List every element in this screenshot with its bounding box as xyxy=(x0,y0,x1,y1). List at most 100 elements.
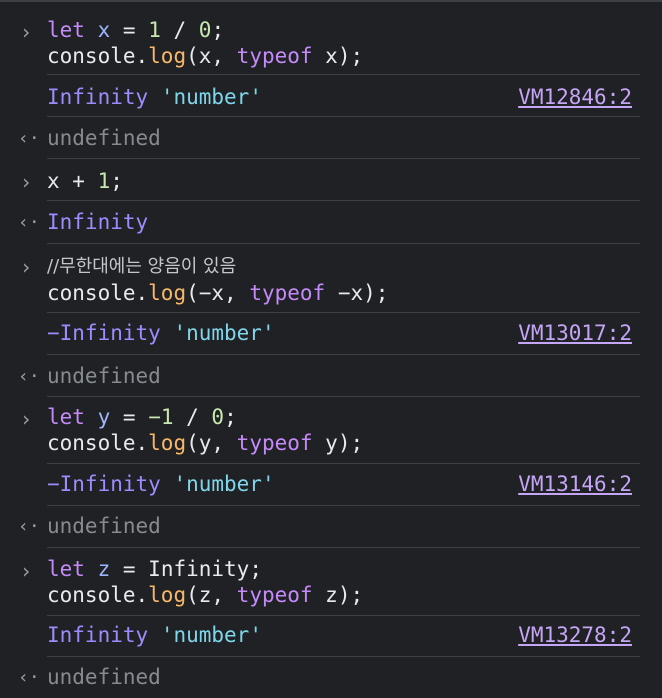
return-arrow-icon: ‹· xyxy=(18,516,40,537)
console-return-entry: ‹· undefined xyxy=(0,363,662,393)
code-token: typeof xyxy=(249,281,326,305)
chevron-right-icon: › xyxy=(20,20,33,44)
code-token: //무한대에는 양음이 있음 xyxy=(47,256,237,277)
console-panel: › let x = 1 / 0; console.log(x, typeof x… xyxy=(0,0,662,698)
entry-divider xyxy=(47,396,640,397)
source-link[interactable]: VM13017:2 xyxy=(518,320,632,346)
code-token: undefined xyxy=(47,126,161,150)
code-token: 0 xyxy=(211,405,225,429)
console-log-entry: Infinity 'number' VM13278:2 xyxy=(0,622,662,652)
console-input-entry[interactable]: › x + 1; xyxy=(0,167,662,197)
entry-divider xyxy=(47,463,640,464)
code-token: y xyxy=(97,405,111,429)
log-message: Infinity 'number' xyxy=(47,622,262,648)
source-link[interactable]: VM13278:2 xyxy=(518,622,632,648)
code-token: log xyxy=(148,431,187,455)
code-token: undefined xyxy=(47,514,161,538)
entry-divider xyxy=(47,547,640,548)
code-token: log xyxy=(148,583,187,607)
code-token: console. xyxy=(47,583,149,607)
code-token: Infinity xyxy=(47,623,149,647)
code-token: log xyxy=(148,44,187,68)
console-input-entry[interactable]: › //무한대에는 양음이 있음 console.log(−x, typeof … xyxy=(0,251,662,309)
code-token: x); xyxy=(312,44,364,68)
code-line: let y = −1 / 0; xyxy=(47,404,237,430)
chevron-right-icon: › xyxy=(20,255,33,279)
return-arrow-icon: ‹· xyxy=(18,667,40,688)
code-token: / xyxy=(160,18,199,42)
log-message: −Infinity 'number' xyxy=(47,320,275,346)
code-token: ; xyxy=(110,169,123,193)
console-return-entry: ‹· undefined xyxy=(0,664,662,694)
return-value: undefined xyxy=(47,125,161,151)
code-token: 0 xyxy=(198,18,212,42)
log-message: Infinity 'number' xyxy=(47,84,262,110)
code-token: undefined xyxy=(47,364,161,388)
code-token: / xyxy=(173,405,212,429)
code-token: let xyxy=(47,18,85,42)
console-return-entry: ‹· undefined xyxy=(0,125,662,155)
return-value: undefined xyxy=(47,513,161,539)
code-token: = xyxy=(110,18,149,42)
return-arrow-icon: ‹· xyxy=(18,128,40,149)
code-line: let z = Infinity; xyxy=(47,556,262,582)
code-token: z); xyxy=(312,583,364,607)
console-input-entry[interactable]: › let y = −1 / 0; console.log(y, typeof … xyxy=(0,404,662,462)
return-arrow-icon: ‹· xyxy=(18,366,40,387)
code-line: console.log(−x, typeof −x); xyxy=(47,280,388,306)
code-token: −Infinity xyxy=(47,321,161,345)
chevron-right-icon: › xyxy=(20,170,33,194)
console-input-entry[interactable]: › let x = 1 / 0; console.log(x, typeof x… xyxy=(0,14,662,72)
return-value: Infinity xyxy=(47,209,148,235)
code-token: console. xyxy=(47,44,149,68)
code-line: console.log(z, typeof z); xyxy=(47,582,363,608)
code-token: = Infinity; xyxy=(110,557,262,581)
console-log-entry: −Infinity 'number' VM13146:2 xyxy=(0,471,662,501)
code-comment-line: //무한대에는 양음이 있음 xyxy=(47,252,236,280)
log-message: −Infinity 'number' xyxy=(47,471,275,497)
code-token: console. xyxy=(47,281,149,305)
console-log-entry: −Infinity 'number' VM13017:2 xyxy=(0,320,662,350)
code-token: let xyxy=(47,405,85,429)
entry-divider xyxy=(47,243,640,244)
code-token: 1 xyxy=(97,169,111,193)
code-token: ; xyxy=(211,18,225,42)
code-token: console. xyxy=(47,431,149,455)
code-token: 'number' xyxy=(173,321,275,345)
return-value: undefined xyxy=(47,664,161,690)
entry-divider xyxy=(47,354,640,355)
code-token: typeof xyxy=(236,431,313,455)
return-value: undefined xyxy=(47,363,161,389)
code-token: 'number' xyxy=(160,85,262,109)
code-token: = xyxy=(110,405,149,429)
code-token: Infinity xyxy=(47,210,149,234)
console-return-entry: ‹· Infinity xyxy=(0,209,662,239)
entry-divider xyxy=(47,505,640,506)
code-token: 1 xyxy=(148,18,161,42)
code-token: x xyxy=(97,18,111,42)
source-link[interactable]: VM13146:2 xyxy=(518,471,632,497)
code-token: 'number' xyxy=(160,623,262,647)
code-token: typeof xyxy=(236,583,313,607)
code-token: ; xyxy=(224,405,237,429)
panel-top-border xyxy=(0,0,662,2)
console-input-entry[interactable]: › let z = Infinity; console.log(z, typeo… xyxy=(0,556,662,614)
code-line: let x = 1 / 0; xyxy=(47,17,224,43)
source-link[interactable]: VM12846:2 xyxy=(518,84,632,110)
code-token: typeof xyxy=(236,44,313,68)
code-token: −1 xyxy=(148,405,174,429)
entry-divider xyxy=(47,200,640,201)
entry-divider xyxy=(47,116,640,117)
console-log-entry: Infinity 'number' VM12846:2 xyxy=(0,84,662,114)
code-token: −Infinity xyxy=(47,472,161,496)
code-token: log xyxy=(148,281,187,305)
console-return-entry: ‹· undefined xyxy=(0,513,662,543)
entry-divider xyxy=(47,74,640,75)
